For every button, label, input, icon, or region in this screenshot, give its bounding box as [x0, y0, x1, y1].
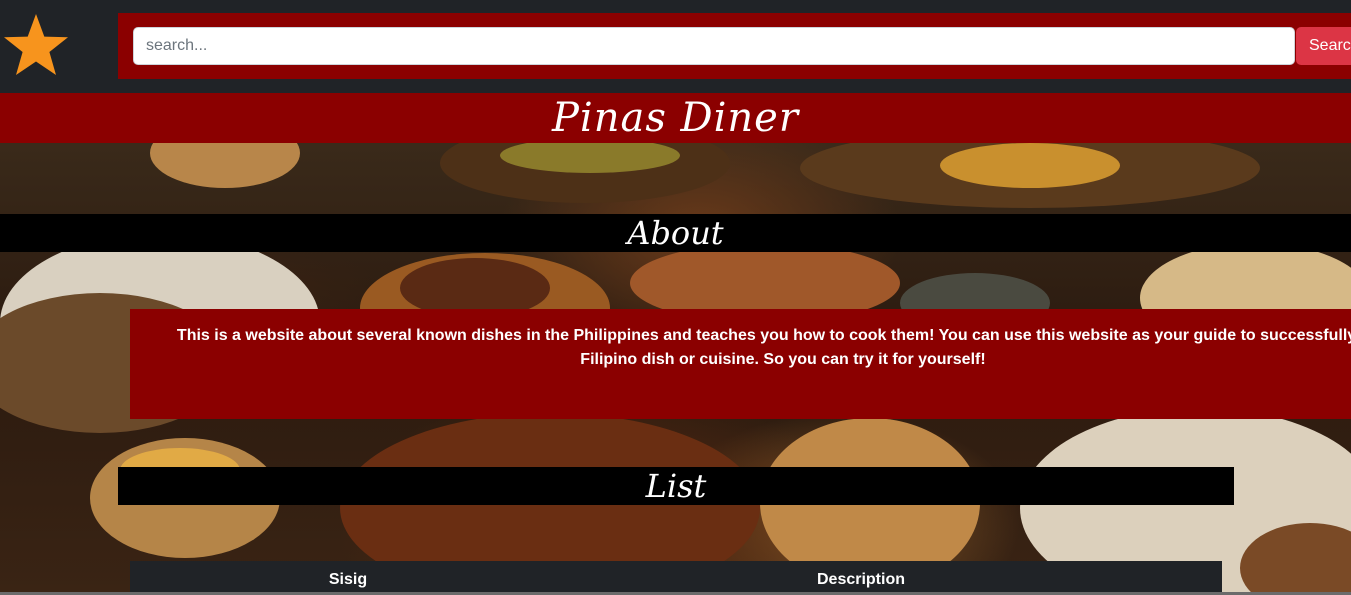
about-description-box: This is a website about several known di… [130, 309, 1351, 419]
star-icon[interactable] [3, 13, 69, 79]
dish-table-header: Sisig Description [130, 561, 1222, 595]
search-bar: Searc [118, 13, 1351, 79]
about-heading-band: About [0, 214, 1351, 252]
search-button[interactable]: Searc [1296, 27, 1351, 65]
about-description: This is a website about several known di… [176, 327, 1351, 368]
list-heading-band: List [118, 467, 1234, 505]
search-input[interactable] [133, 27, 1295, 65]
about-heading: About [627, 214, 724, 252]
list-heading: List [645, 467, 707, 505]
top-navbar: Searc [0, 0, 1351, 93]
column-header-dish: Sisig [328, 571, 368, 588]
site-title-bar: Pinas Diner [0, 93, 1351, 143]
site-title: Pinas Diner [552, 95, 799, 141]
column-header-description: Description [816, 571, 905, 588]
